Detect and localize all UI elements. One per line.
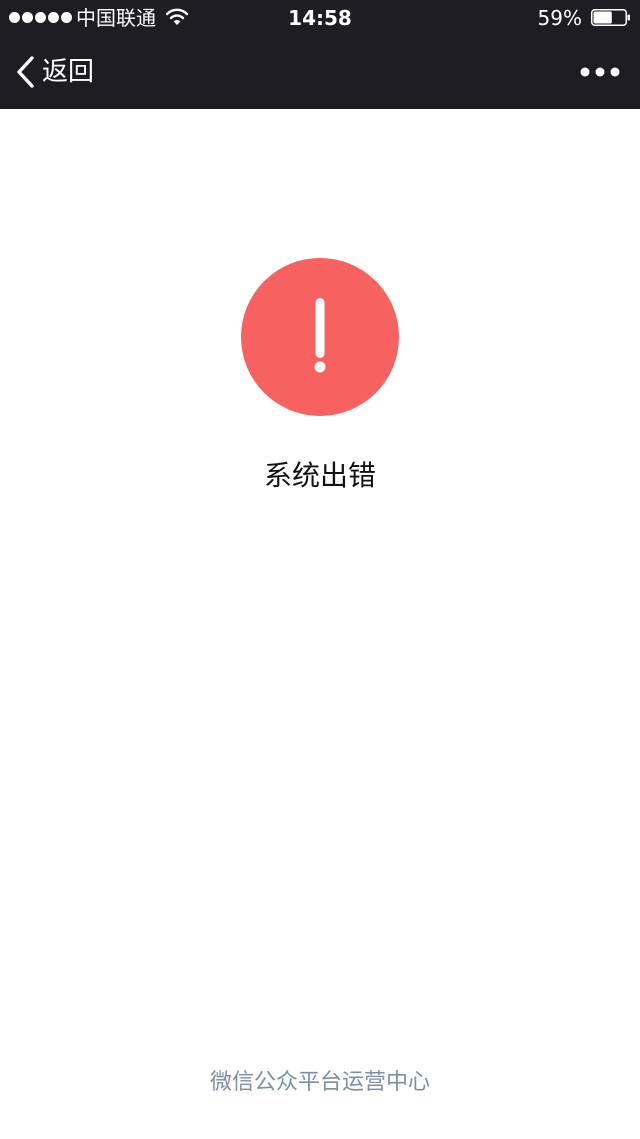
battery-percentage: 59% — [537, 6, 582, 30]
nav-bar: 返回 — [0, 36, 640, 109]
error-message: 系统出错 — [263, 459, 376, 492]
footer-link[interactable]: 微信公众平台运营中心 — [0, 1066, 640, 1100]
exclamation-icon — [241, 258, 399, 416]
top-bar: 中国联通 14:58 59% 返回 — [0, 0, 640, 109]
chevron-left-icon — [17, 56, 34, 88]
back-label: 返回 — [42, 57, 95, 87]
back-button[interactable]: 返回 — [14, 54, 94, 90]
more-dots-icon[interactable] — [580, 62, 620, 82]
battery-icon — [591, 9, 630, 26]
status-bar: 中国联通 14:58 59% — [0, 0, 640, 36]
